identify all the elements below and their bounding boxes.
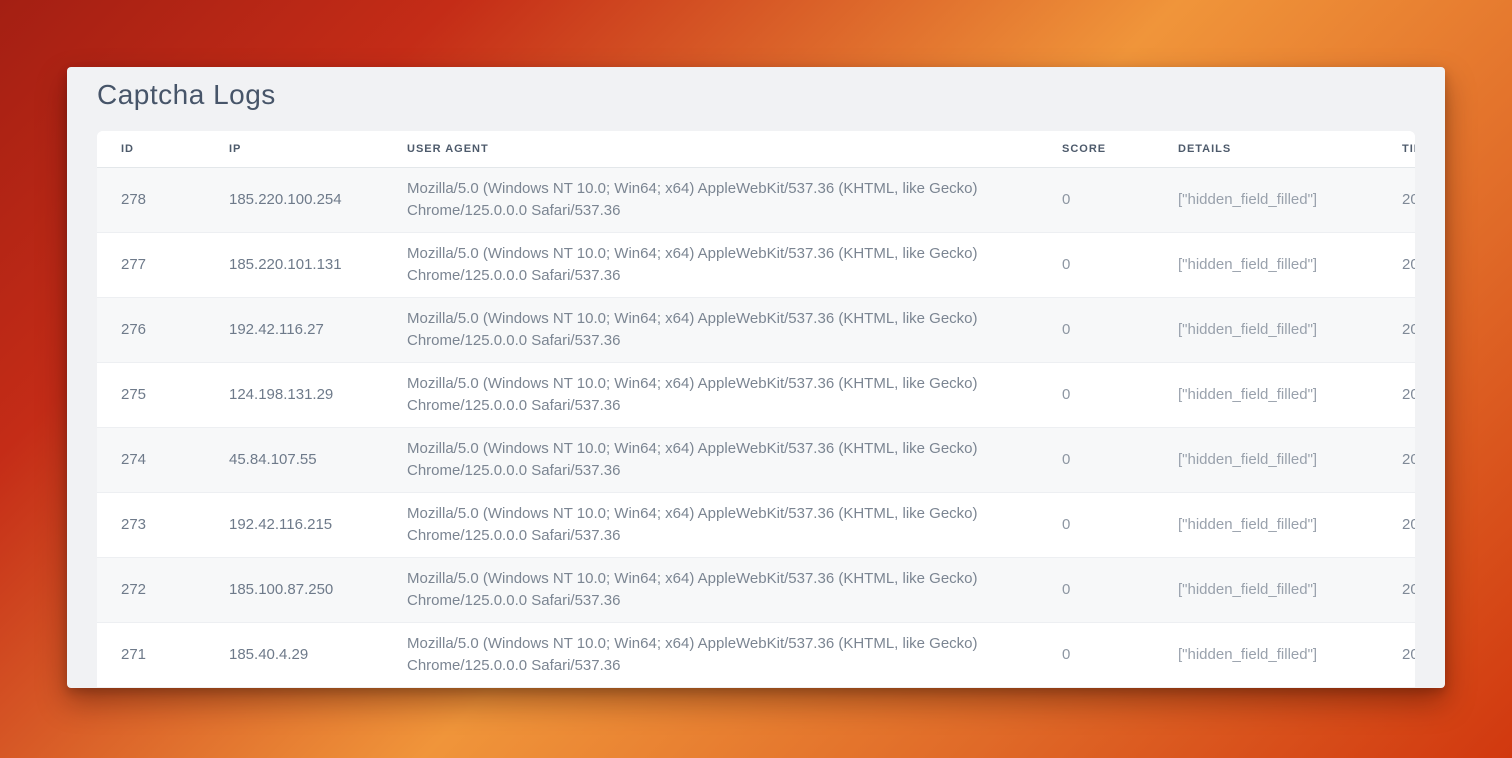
column-header-user_agent: USER AGENT <box>395 131 1050 168</box>
table-row: 278185.220.100.254Mozilla/5.0 (Windows N… <box>97 168 1415 233</box>
cell-score: 0 <box>1050 233 1166 298</box>
cell-user_agent: Mozilla/5.0 (Windows NT 10.0; Win64; x64… <box>395 298 1050 363</box>
table-row: 271185.40.4.29Mozilla/5.0 (Windows NT 10… <box>97 623 1415 688</box>
table-row: 27445.84.107.55Mozilla/5.0 (Windows NT 1… <box>97 428 1415 493</box>
logs-table-container: IDIPUSER AGENTSCOREDETAILSTIMESTAMP 2781… <box>97 131 1415 687</box>
table-row: 275124.198.131.29Mozilla/5.0 (Windows NT… <box>97 363 1415 428</box>
column-header-ip: IP <box>217 131 395 168</box>
cell-ip: 185.40.4.29 <box>217 623 395 688</box>
cell-id: 271 <box>97 623 217 688</box>
page-title: Captcha Logs <box>97 79 1415 111</box>
cell-score: 0 <box>1050 168 1166 233</box>
cell-user_agent: Mozilla/5.0 (Windows NT 10.0; Win64; x64… <box>395 558 1050 623</box>
column-header-score: SCORE <box>1050 131 1166 168</box>
cell-id: 273 <box>97 493 217 558</box>
cell-id: 276 <box>97 298 217 363</box>
cell-timestamp: 2025-09-20 02:29:40 <box>1390 558 1415 623</box>
cell-ip: 192.42.116.27 <box>217 298 395 363</box>
cell-score: 0 <box>1050 363 1166 428</box>
column-header-details: DETAILS <box>1166 131 1390 168</box>
cell-ip: 185.220.101.131 <box>217 233 395 298</box>
column-header-timestamp: TIMESTAMP <box>1390 131 1415 168</box>
cell-user_agent: Mozilla/5.0 (Windows NT 10.0; Win64; x64… <box>395 363 1050 428</box>
cell-user_agent: Mozilla/5.0 (Windows NT 10.0; Win64; x64… <box>395 233 1050 298</box>
cell-id: 275 <box>97 363 217 428</box>
cell-details: ["hidden_field_filled"] <box>1166 363 1390 428</box>
cell-id: 272 <box>97 558 217 623</box>
logs-table-body: 278185.220.100.254Mozilla/5.0 (Windows N… <box>97 168 1415 688</box>
cell-ip: 185.220.100.254 <box>217 168 395 233</box>
page-background: Captcha Logs IDIPUSER AGENTSCOREDETAILST… <box>0 0 1512 758</box>
table-row: 277185.220.101.131Mozilla/5.0 (Windows N… <box>97 233 1415 298</box>
cell-details: ["hidden_field_filled"] <box>1166 428 1390 493</box>
table-header-row: IDIPUSER AGENTSCOREDETAILSTIMESTAMP <box>97 131 1415 168</box>
cell-user_agent: Mozilla/5.0 (Windows NT 10.0; Win64; x64… <box>395 428 1050 493</box>
cell-ip: 124.198.131.29 <box>217 363 395 428</box>
cell-details: ["hidden_field_filled"] <box>1166 233 1390 298</box>
cell-timestamp: 2025-09-20 03:03:06 <box>1390 168 1415 233</box>
cell-user_agent: Mozilla/5.0 (Windows NT 10.0; Win64; x64… <box>395 168 1050 233</box>
cell-score: 0 <box>1050 428 1166 493</box>
captcha-logs-card: Captcha Logs IDIPUSER AGENTSCOREDETAILST… <box>67 67 1445 688</box>
cell-ip: 45.84.107.55 <box>217 428 395 493</box>
cell-id: 277 <box>97 233 217 298</box>
cell-details: ["hidden_field_filled"] <box>1166 168 1390 233</box>
cell-details: ["hidden_field_filled"] <box>1166 298 1390 363</box>
cell-timestamp: 2025-09-20 02:33:41 <box>1390 428 1415 493</box>
cell-ip: 185.100.87.250 <box>217 558 395 623</box>
cell-details: ["hidden_field_filled"] <box>1166 493 1390 558</box>
logs-table: IDIPUSER AGENTSCOREDETAILSTIMESTAMP 2781… <box>97 131 1415 687</box>
cell-user_agent: Mozilla/5.0 (Windows NT 10.0; Win64; x64… <box>395 493 1050 558</box>
cell-user_agent: Mozilla/5.0 (Windows NT 10.0; Win64; x64… <box>395 623 1050 688</box>
cell-details: ["hidden_field_filled"] <box>1166 623 1390 688</box>
table-row: 273192.42.116.215Mozilla/5.0 (Windows NT… <box>97 493 1415 558</box>
cell-timestamp: 2025-09-20 02:57:53 <box>1390 298 1415 363</box>
cell-score: 0 <box>1050 493 1166 558</box>
cell-timestamp: 2025-09-20 02:37:41 <box>1390 363 1415 428</box>
cell-timestamp: 2025-09-20 02:30:40 <box>1390 493 1415 558</box>
cell-score: 0 <box>1050 298 1166 363</box>
table-row: 276192.42.116.27Mozilla/5.0 (Windows NT … <box>97 298 1415 363</box>
cell-id: 278 <box>97 168 217 233</box>
cell-score: 0 <box>1050 558 1166 623</box>
cell-id: 274 <box>97 428 217 493</box>
cell-details: ["hidden_field_filled"] <box>1166 558 1390 623</box>
column-header-id: ID <box>97 131 217 168</box>
table-row: 272185.100.87.250Mozilla/5.0 (Windows NT… <box>97 558 1415 623</box>
cell-timestamp: 2025-09-20 03:00:19 <box>1390 233 1415 298</box>
cell-score: 0 <box>1050 623 1166 688</box>
cell-ip: 192.42.116.215 <box>217 493 395 558</box>
logs-table-head: IDIPUSER AGENTSCOREDETAILSTIMESTAMP <box>97 131 1415 168</box>
cell-timestamp: 2025-09-20 02:27:45 <box>1390 623 1415 688</box>
